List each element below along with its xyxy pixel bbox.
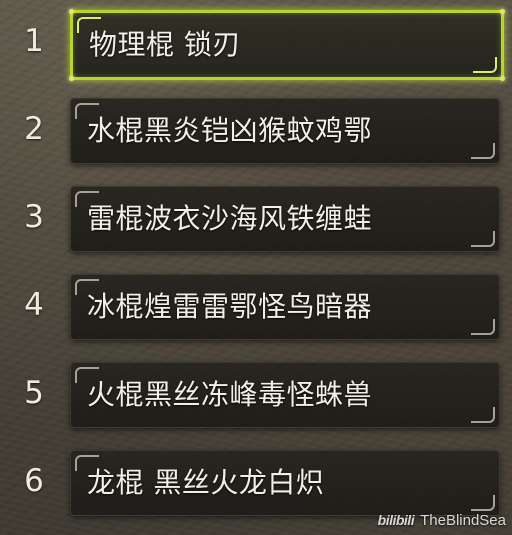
item-label: 水棍黑炎铠凶猴蚊鸡鄂 bbox=[87, 114, 373, 147]
corner-ornament-icon bbox=[471, 319, 495, 335]
item-number: 3 bbox=[24, 199, 44, 235]
item-label: 火棍黑丝冻峰毒怪蛛兽 bbox=[87, 378, 373, 411]
corner-ornament-icon bbox=[471, 407, 495, 423]
item-number: 6 bbox=[24, 463, 44, 499]
list-item[interactable]: 3 雷棍波衣沙海风铁缠蛙 bbox=[0, 176, 512, 258]
item-number: 2 bbox=[24, 111, 44, 147]
list-item[interactable]: 2 水棍黑炎铠凶猴蚊鸡鄂 bbox=[0, 88, 512, 170]
list-item[interactable]: 1 物理棍 锁刃 bbox=[0, 0, 512, 82]
corner-ornament-icon bbox=[471, 231, 495, 247]
item-label: 雷棍波衣沙海风铁缠蛙 bbox=[87, 202, 373, 235]
watermark-text: TheBlindSea bbox=[420, 511, 506, 529]
corner-ornament-icon bbox=[471, 143, 495, 159]
list-item[interactable]: 5 火棍黑丝冻峰毒怪蛛兽 bbox=[0, 352, 512, 434]
item-label: 龙棍 黑丝火龙白炽 bbox=[87, 466, 325, 499]
item-panel-selected[interactable]: 物理棍 锁刃 bbox=[69, 9, 505, 81]
item-panel[interactable]: 雷棍波衣沙海风铁缠蛙 bbox=[70, 186, 500, 252]
loadout-list: 1 物理棍 锁刃 2 水棍黑炎铠凶猴蚊鸡鄂 3 雷棍波衣沙海风铁缠蛙 4 冰棍煌… bbox=[0, 0, 512, 535]
item-panel[interactable]: 火棍黑丝冻峰毒怪蛛兽 bbox=[70, 362, 500, 428]
glow-dot-icon bbox=[500, 9, 505, 14]
corner-ornament-icon bbox=[473, 57, 497, 73]
watermark: bilibili TheBlindSea bbox=[378, 509, 506, 531]
item-label: 冰棍煌雷雷鄂怪鸟暗器 bbox=[87, 290, 373, 323]
glow-dot-icon bbox=[69, 9, 74, 14]
item-panel[interactable]: 水棍黑炎铠凶猴蚊鸡鄂 bbox=[70, 98, 500, 164]
list-item[interactable]: 4 冰棍煌雷雷鄂怪鸟暗器 bbox=[0, 264, 512, 346]
item-panel[interactable]: 龙棍 黑丝火龙白炽 bbox=[70, 450, 500, 516]
bilibili-logo: bilibili bbox=[377, 512, 415, 528]
item-panel[interactable]: 冰棍煌雷雷鄂怪鸟暗器 bbox=[70, 274, 500, 340]
glow-dot-icon bbox=[500, 76, 505, 81]
item-number: 4 bbox=[24, 287, 44, 323]
item-number: 5 bbox=[24, 375, 44, 411]
item-number: 1 bbox=[24, 23, 44, 59]
item-label: 物理棍 锁刃 bbox=[89, 28, 241, 61]
glow-dot-icon bbox=[69, 76, 74, 81]
